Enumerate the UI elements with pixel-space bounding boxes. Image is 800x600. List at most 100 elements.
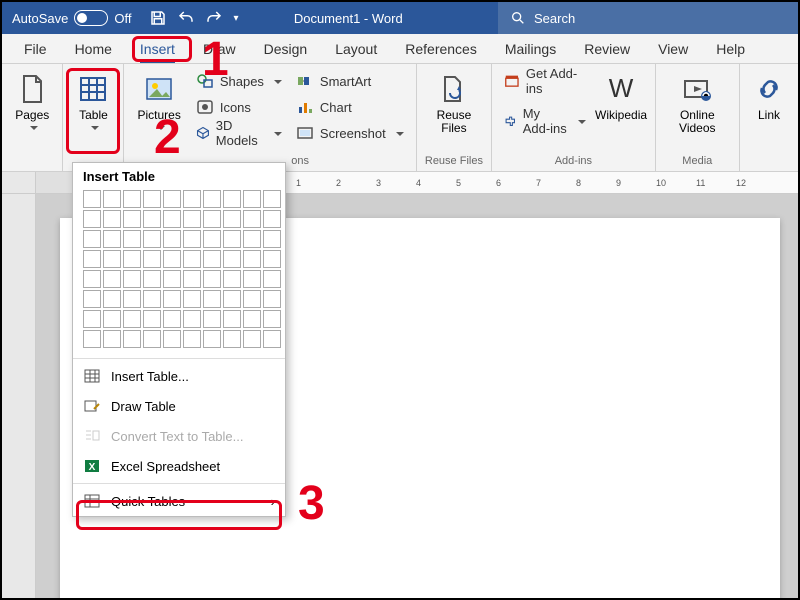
grid-cell[interactable] [163, 270, 181, 288]
my-addins-button[interactable]: My Add-ins [498, 108, 591, 134]
icons-button[interactable]: Icons [190, 94, 288, 120]
grid-cell[interactable] [263, 210, 281, 228]
grid-cell[interactable] [203, 190, 221, 208]
grid-cell[interactable] [263, 310, 281, 328]
grid-cell[interactable] [243, 290, 261, 308]
grid-cell[interactable] [203, 310, 221, 328]
grid-cell[interactable] [103, 190, 121, 208]
grid-cell[interactable] [263, 270, 281, 288]
grid-cell[interactable] [183, 290, 201, 308]
vertical-ruler[interactable] [2, 194, 36, 598]
pages-button[interactable]: Pages [8, 68, 56, 153]
grid-cell[interactable] [123, 190, 141, 208]
tab-draw[interactable]: Draw [189, 37, 250, 63]
grid-cell[interactable] [83, 270, 101, 288]
3dmodels-button[interactable]: 3D Models [190, 120, 288, 146]
grid-cell[interactable] [183, 250, 201, 268]
grid-cell[interactable] [183, 230, 201, 248]
grid-cell[interactable] [163, 290, 181, 308]
chart-button[interactable]: Chart [290, 94, 410, 120]
grid-cell[interactable] [103, 210, 121, 228]
grid-cell[interactable] [123, 310, 141, 328]
grid-cell[interactable] [263, 190, 281, 208]
tab-design[interactable]: Design [250, 37, 322, 63]
tab-insert[interactable]: Insert [126, 37, 189, 63]
grid-cell[interactable] [243, 230, 261, 248]
grid-cell[interactable] [243, 210, 261, 228]
grid-cell[interactable] [163, 250, 181, 268]
grid-cell[interactable] [203, 290, 221, 308]
grid-cell[interactable] [243, 190, 261, 208]
grid-cell[interactable] [183, 310, 201, 328]
tab-home[interactable]: Home [61, 37, 126, 63]
grid-cell[interactable] [83, 210, 101, 228]
grid-cell[interactable] [223, 270, 241, 288]
grid-cell[interactable] [143, 190, 161, 208]
grid-cell[interactable] [123, 330, 141, 348]
tab-references[interactable]: References [391, 37, 491, 63]
grid-cell[interactable] [163, 190, 181, 208]
grid-cell[interactable] [203, 250, 221, 268]
grid-cell[interactable] [123, 230, 141, 248]
grid-cell[interactable] [103, 230, 121, 248]
pictures-button[interactable]: Pictures [130, 68, 187, 153]
grid-cell[interactable] [183, 330, 201, 348]
grid-cell[interactable] [243, 310, 261, 328]
grid-cell[interactable] [143, 250, 161, 268]
grid-cell[interactable] [83, 330, 101, 348]
grid-cell[interactable] [183, 210, 201, 228]
grid-cell[interactable] [263, 230, 281, 248]
grid-cell[interactable] [83, 310, 101, 328]
grid-cell[interactable] [103, 310, 121, 328]
grid-cell[interactable] [123, 250, 141, 268]
grid-cell[interactable] [103, 250, 121, 268]
undo-icon[interactable] [177, 9, 195, 27]
grid-cell[interactable] [163, 310, 181, 328]
grid-cell[interactable] [163, 230, 181, 248]
tab-file[interactable]: File [10, 37, 61, 63]
get-addins-button[interactable]: Get Add-ins [498, 68, 591, 94]
menu-insert-table[interactable]: Insert Table... [73, 361, 285, 391]
tab-help[interactable]: Help [702, 37, 759, 63]
tab-review[interactable]: Review [570, 37, 644, 63]
grid-cell[interactable] [223, 310, 241, 328]
grid-cell[interactable] [123, 210, 141, 228]
grid-cell[interactable] [143, 290, 161, 308]
autosave-control[interactable]: AutoSave Off [2, 10, 141, 26]
tab-mailings[interactable]: Mailings [491, 37, 570, 63]
grid-cell[interactable] [243, 330, 261, 348]
link-button[interactable]: Link [746, 68, 792, 153]
grid-cell[interactable] [123, 290, 141, 308]
grid-cell[interactable] [223, 230, 241, 248]
grid-cell[interactable] [223, 250, 241, 268]
grid-cell[interactable] [163, 210, 181, 228]
grid-cell[interactable] [83, 290, 101, 308]
grid-cell[interactable] [243, 250, 261, 268]
grid-cell[interactable] [183, 190, 201, 208]
grid-cell[interactable] [143, 230, 161, 248]
tab-layout[interactable]: Layout [321, 37, 391, 63]
grid-cell[interactable] [183, 270, 201, 288]
grid-cell[interactable] [123, 270, 141, 288]
menu-excel-spreadsheet[interactable]: X Excel Spreadsheet [73, 451, 285, 481]
grid-cell[interactable] [223, 210, 241, 228]
grid-cell[interactable] [223, 190, 241, 208]
grid-cell[interactable] [143, 210, 161, 228]
grid-cell[interactable] [243, 270, 261, 288]
grid-cell[interactable] [103, 290, 121, 308]
table-button[interactable]: Table [69, 68, 117, 153]
menu-quick-tables[interactable]: Quick Tables › [73, 486, 285, 516]
grid-cell[interactable] [223, 290, 241, 308]
search-box[interactable]: Search [498, 2, 798, 34]
grid-cell[interactable] [263, 250, 281, 268]
shapes-button[interactable]: Shapes [190, 68, 288, 94]
wikipedia-button[interactable]: W Wikipedia [594, 68, 649, 153]
online-videos-button[interactable]: Online Videos [662, 68, 733, 153]
grid-cell[interactable] [143, 330, 161, 348]
grid-cell[interactable] [203, 210, 221, 228]
grid-cell[interactable] [203, 230, 221, 248]
tab-view[interactable]: View [644, 37, 702, 63]
grid-cell[interactable] [163, 330, 181, 348]
menu-draw-table[interactable]: Draw Table [73, 391, 285, 421]
grid-cell[interactable] [223, 330, 241, 348]
